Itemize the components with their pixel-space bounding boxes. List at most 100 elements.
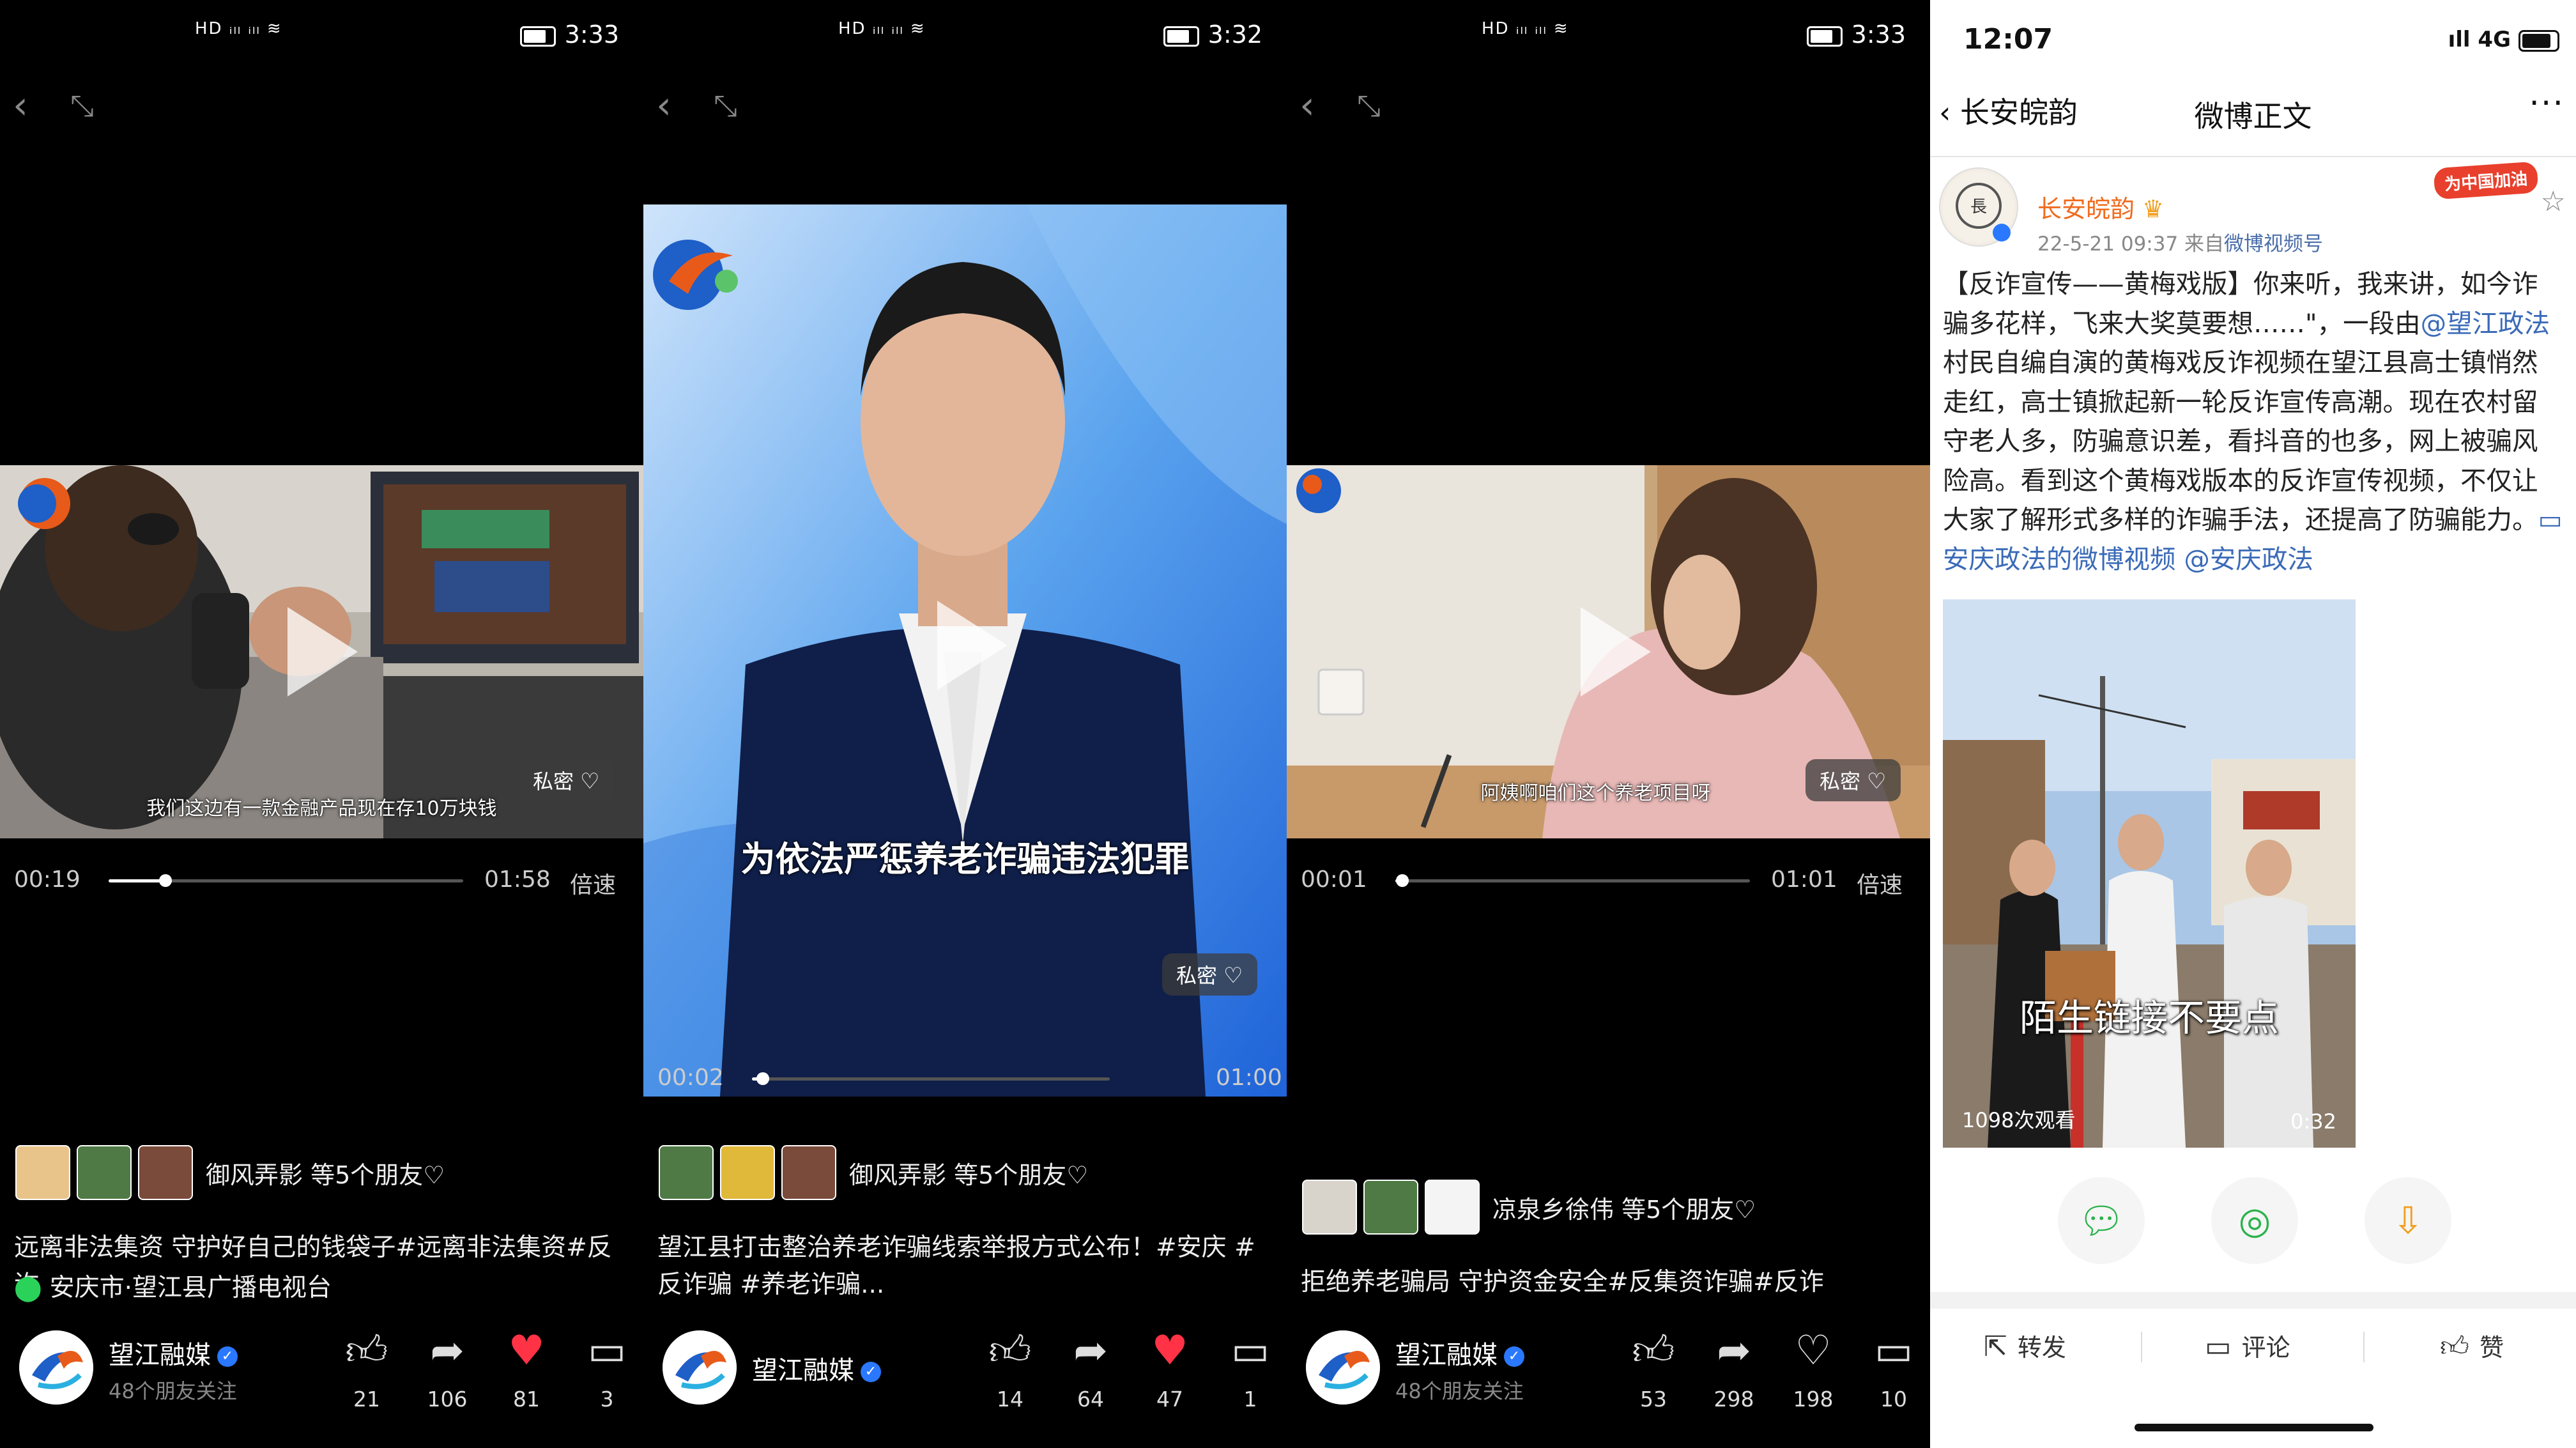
like-button[interactable]: 👍︎ 21 (335, 1327, 399, 1412)
source-link[interactable]: 微博视频号 (2224, 233, 2323, 256)
home-indicator[interactable] (2135, 1424, 2373, 1431)
status-bar: HD ᵢₗₗ ᵢₗₗ ≋ 3:33 (1287, 0, 1930, 70)
video-player[interactable]: 为依法严惩养老诈骗违法犯罪 私密 ♡ 00:02 01:00 (643, 204, 1287, 1097)
share-icon: ➦ (1073, 1327, 1108, 1375)
minimize-icon[interactable]: ⤡ (70, 88, 94, 124)
video-panel-1: HD ᵢₗₗ ᵢₗₗ ≋ 3:33 ‹ ⤡ 我们这边有一款金融产品现在存10万块… (0, 0, 643, 1448)
wechat-icon: 💬︎ (2078, 1199, 2125, 1242)
private-button[interactable]: 私密 ♡ (1162, 953, 1257, 996)
like-button[interactable]: 👍︎ 14 (978, 1327, 1042, 1412)
location-pin-icon: ⬤ (14, 1274, 42, 1302)
play-icon[interactable] (1581, 607, 1651, 697)
speed-button[interactable]: 倍速 (1857, 866, 1903, 900)
save-icon: ⇩ (2392, 1199, 2424, 1242)
back-icon[interactable]: ‹ (1300, 83, 1315, 128)
battery-icon (519, 26, 556, 47)
divider (1930, 1292, 2576, 1309)
comment-icon: ▭ (1230, 1327, 1270, 1375)
user-name[interactable]: 长安皖韵 ♛ (2037, 189, 2164, 224)
mention-link[interactable]: @安庆政法 (2184, 544, 2313, 574)
comment-button[interactable]: ▭ 3 (575, 1327, 639, 1412)
favorite-button[interactable]: ♥ 81 (494, 1327, 558, 1412)
play-icon[interactable] (288, 607, 358, 697)
friend-avatar (77, 1145, 132, 1200)
moments-share-button[interactable]: ◎ (2211, 1177, 2298, 1264)
status-indicators: ıll 4G (2448, 27, 2559, 52)
share-button[interactable]: ➦ 64 (1059, 1327, 1123, 1412)
progress-track[interactable] (109, 874, 463, 887)
progress-track[interactable] (1395, 874, 1750, 887)
like-button[interactable]: 👍︎ 53 (1621, 1327, 1685, 1412)
play-icon[interactable] (937, 601, 1008, 690)
account-avatar[interactable] (19, 1330, 93, 1405)
weibo-post-panel: 12:07 ıll 4G ‹ 长安皖韵 微博正文 ··· 長 长安皖韵 ♛ 22… (1930, 0, 2576, 1448)
share-button[interactable]: ➦ 106 (415, 1327, 479, 1412)
thumb-up-icon: 👍︎ (988, 1327, 1032, 1375)
moments-icon: ◎ (2238, 1199, 2271, 1242)
back-icon[interactable]: ‹ (13, 83, 28, 128)
heart-icon: ♥ (508, 1327, 545, 1375)
account-avatar[interactable] (1306, 1330, 1380, 1405)
video-description[interactable]: 拒绝养老骗局 守护资金安全#反集资诈骗#反诈 (1301, 1264, 1917, 1301)
mention-link[interactable]: @望江政法 (2421, 308, 2550, 339)
save-share-button[interactable]: ⇩ (2365, 1177, 2451, 1264)
video-thumbnail (1943, 599, 2356, 1148)
progress-knob[interactable] (756, 1072, 769, 1085)
wechat-share-button[interactable]: 💬︎ (2058, 1177, 2145, 1264)
battery-icon (1806, 26, 1843, 47)
more-icon[interactable]: ··· (2529, 84, 2564, 123)
comment-icon: ▭ (587, 1327, 627, 1375)
share-button[interactable]: ➦ 298 (1702, 1327, 1766, 1412)
minimize-icon[interactable]: ⤡ (714, 88, 737, 124)
total-time: 01:00 (1216, 1065, 1282, 1091)
repost-button[interactable]: ⇱ 转发 (1984, 1328, 2066, 1363)
video-player[interactable]: 阿姨啊咱们这个养老项目呀 私密 ♡ (1287, 465, 1930, 838)
video-caption: 陌生链接不要点 (2019, 996, 2279, 1040)
battery-icon (2518, 29, 2559, 52)
post-video[interactable]: 陌生链接不要点 1098次观看 0:32 (1943, 599, 2356, 1148)
heart-outline-icon: ♡ (1223, 963, 1243, 989)
signal-icons: HD ᵢₗₗ ᵢₗₗ ≋ (1482, 19, 1569, 38)
like-button[interactable]: 👍︎ 赞 (2440, 1328, 2504, 1364)
progress-fill (109, 879, 165, 882)
account-avatar[interactable] (663, 1330, 737, 1405)
progress-track[interactable] (752, 1072, 1110, 1085)
heart-outline-icon: ♡ (580, 769, 600, 794)
divider (2141, 1332, 2142, 1362)
crown-icon: ♛ (2142, 195, 2165, 223)
progress-knob[interactable] (158, 874, 172, 887)
account-name: 望江融媒 (752, 1356, 854, 1385)
star-icon[interactable]: ☆ (2541, 185, 2566, 218)
location[interactable]: ⬤ 安庆市·望江县广播电视台 (14, 1268, 332, 1304)
friends-row[interactable]: 凉泉乡徐伟 等5个朋友♡ (1302, 1180, 1756, 1237)
user-avatar[interactable]: 長 (1939, 167, 2018, 247)
heart-outline-icon: ♡ (1867, 769, 1887, 794)
status-bar: HD ᵢₗₗ ᵢₗₗ ≋ 3:32 (643, 0, 1287, 70)
speed-button[interactable]: 倍速 (570, 866, 616, 900)
thumb-up-icon: 👍︎ (1632, 1327, 1675, 1375)
friend-avatar (1425, 1180, 1480, 1235)
friends-row[interactable]: 御风弄影 等5个朋友♡ (659, 1145, 1088, 1203)
private-button[interactable]: 私密 ♡ (1805, 759, 1901, 801)
account-name: 望江融媒 (109, 1341, 211, 1370)
current-time: 00:19 (14, 866, 80, 893)
divider (1930, 156, 2576, 157)
video-description[interactable]: 望江县打击整治养老诈骗线索举报方式公布！#安庆 #反诈骗 #养老诈骗... (657, 1229, 1274, 1304)
minimize-icon[interactable]: ⤡ (1357, 88, 1381, 124)
share-icon: ➦ (430, 1327, 464, 1375)
private-button[interactable]: 私密 ♡ (519, 759, 614, 801)
favorite-button[interactable]: ♥ 47 (1138, 1327, 1202, 1412)
comment-button[interactable]: ▭ 1 (1218, 1327, 1282, 1412)
comment-button[interactable]: ▭ 10 (1862, 1327, 1926, 1412)
network-type: 4G (2478, 27, 2511, 52)
favorite-button[interactable]: ♡ 198 (1781, 1327, 1845, 1412)
progress-knob[interactable] (1396, 874, 1409, 887)
comment-button[interactable]: ▭ 评论 (2205, 1328, 2290, 1363)
total-time: 01:58 (484, 866, 551, 893)
video-player[interactable]: 我们这边有一款金融产品现在存10万块钱 私密 ♡ (0, 465, 643, 838)
back-icon[interactable]: ‹ (656, 83, 671, 128)
status-time: 12:07 (1963, 23, 2053, 56)
friend-avatar (15, 1145, 70, 1200)
friend-avatar (1363, 1180, 1418, 1235)
friends-row[interactable]: 御风弄影 等5个朋友♡ (15, 1145, 445, 1203)
